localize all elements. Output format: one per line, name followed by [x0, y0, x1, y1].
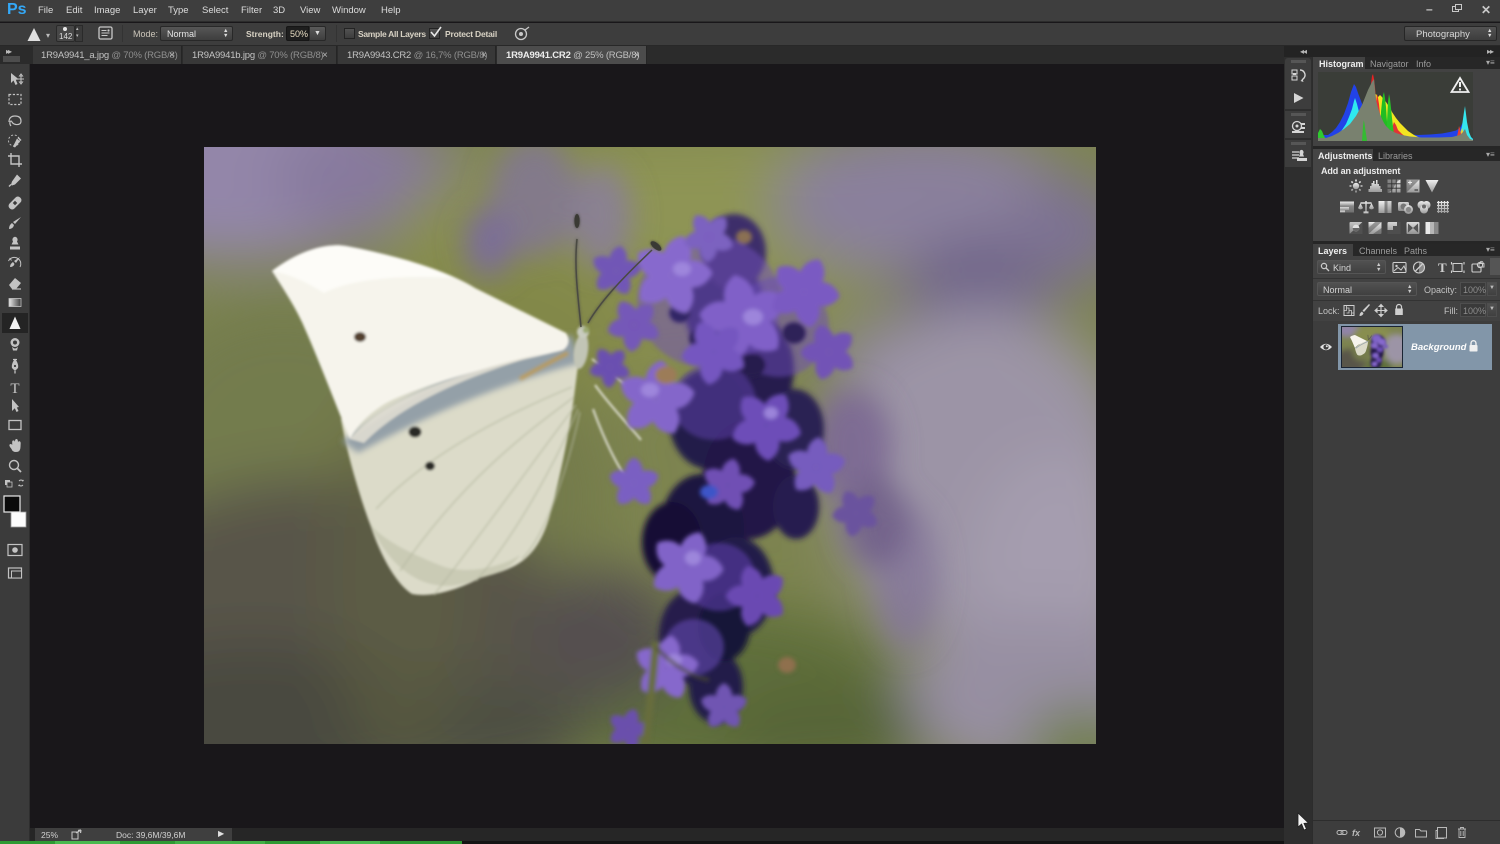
svg-text:T: T [1438, 260, 1447, 275]
svg-text:T: T [10, 381, 19, 397]
svg-text:fx: fx [1352, 828, 1361, 838]
